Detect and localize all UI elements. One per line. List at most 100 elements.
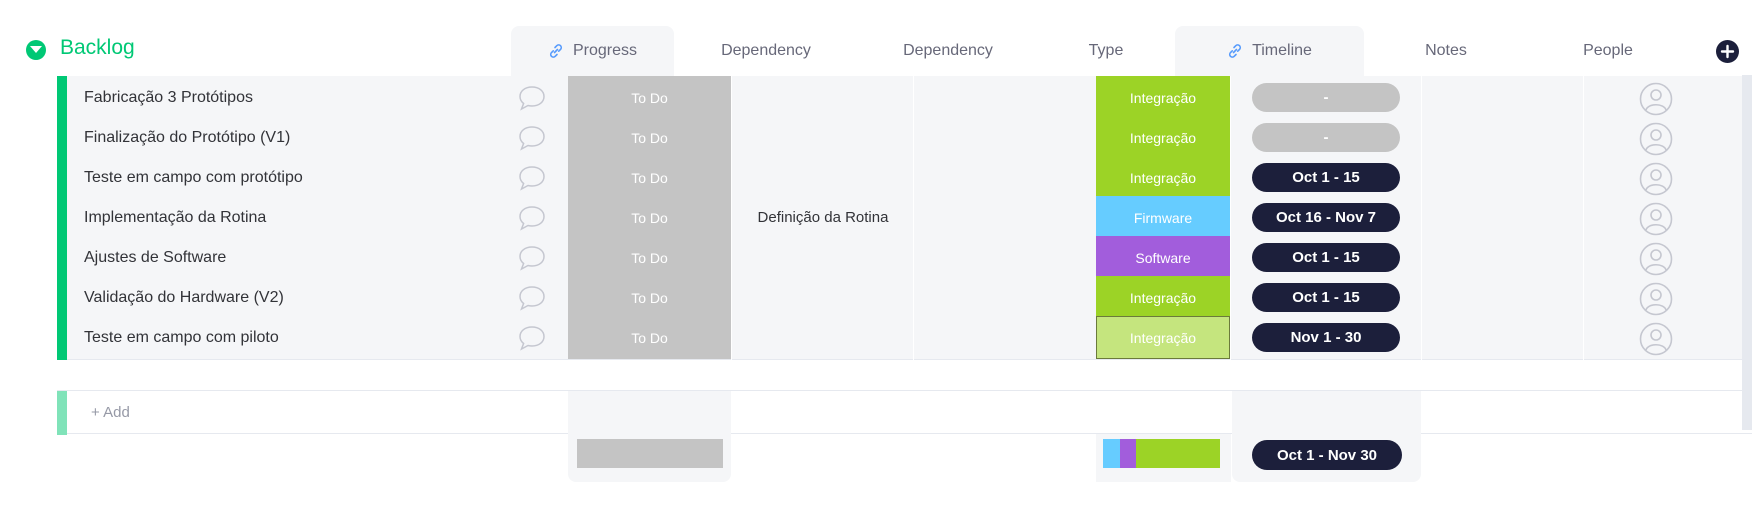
column-header-people[interactable]: People [1528,26,1688,76]
status-cell[interactable]: To Do [568,116,731,159]
column-header-dependency-1[interactable]: Dependency [676,26,856,76]
type-label-cell[interactable]: Firmware [1096,196,1230,239]
link-icon [548,43,564,59]
item-name[interactable]: Ajustes de Software [84,236,226,280]
column-divider [1421,76,1422,120]
status-cell[interactable]: To Do [568,196,731,239]
column-header-timeline[interactable]: Timeline [1175,26,1364,76]
status-cell[interactable]: To Do [568,276,731,319]
group-color-bar [57,391,67,435]
column-header-label: Timeline [1252,42,1312,59]
column-header-type[interactable]: Type [1039,26,1173,76]
column-divider [1421,116,1422,160]
link-icon [1227,43,1243,59]
column-divider [731,116,732,160]
timeline-pill[interactable]: - [1252,83,1400,112]
type-label-cell[interactable]: Integração [1096,276,1230,319]
column-divider [1230,236,1231,280]
column-divider [913,76,914,120]
column-divider [1583,116,1584,160]
type-distribution-bar[interactable] [1103,439,1220,468]
comment-bubble-icon[interactable] [517,284,547,317]
add-item-row[interactable]: + Add [57,390,1752,435]
column-divider [731,156,732,200]
group-color-bar [57,116,67,160]
dependency-cell[interactable] [733,116,913,159]
dependency-cell[interactable]: Definição da Rotina [733,196,913,239]
timeline-pill[interactable]: Oct 16 - Nov 7 [1252,203,1400,232]
item-name[interactable]: Finalização do Protótipo (V1) [84,116,290,160]
column-divider [1421,276,1422,320]
timeline-pill[interactable]: Oct 1 - 15 [1252,243,1400,272]
table-row[interactable]: Validação do Hardware (V2) To Do Integraçã… [57,276,1752,320]
comment-bubble-icon[interactable] [517,244,547,277]
progress-summary-bar[interactable] [577,439,723,468]
column-divider [1583,316,1584,360]
status-cell[interactable]: To Do [568,156,731,199]
comment-bubble-icon[interactable] [517,124,547,157]
dependency-cell[interactable] [733,276,913,319]
column-divider [913,316,914,360]
group-title[interactable]: Backlog [60,36,135,60]
status-cell[interactable]: To Do [568,76,731,119]
table-row[interactable]: Implementação da Rotina To Do Definição da… [57,196,1752,240]
table-row[interactable]: Teste em campo com piloto To Do Integração… [57,316,1752,360]
group-color-bar [57,236,67,280]
item-name[interactable]: Teste em campo com protótipo [84,156,303,200]
column-divider [1583,76,1584,120]
column-divider [731,236,732,280]
chevron-down-icon [30,46,42,53]
dependency-cell[interactable] [733,76,913,119]
type-label-cell[interactable]: Integração [1096,316,1230,359]
comment-bubble-icon[interactable] [517,204,547,237]
column-divider [731,276,732,320]
item-name[interactable]: Teste em campo com piloto [84,316,279,360]
column-divider [1421,196,1422,240]
type-distribution-segment [1103,439,1120,468]
add-column-button[interactable] [1716,40,1739,63]
scrollbar-track[interactable] [1742,75,1752,430]
item-name[interactable]: Fabricação 3 Protótipos [84,76,253,120]
status-cell[interactable]: To Do [568,236,731,279]
column-header-progress[interactable]: Progress [511,26,674,76]
type-label-cell[interactable]: Software [1096,236,1230,279]
dependency-cell[interactable] [733,156,913,199]
column-divider [1230,276,1231,320]
column-divider [1230,76,1231,120]
add-item-label[interactable]: + Add [91,391,130,435]
person-avatar-icon[interactable] [1639,322,1673,361]
table-row[interactable]: Finalização do Protótipo (V1) To Do Integr… [57,116,1752,160]
group-color-bar [57,316,67,360]
comment-bubble-icon[interactable] [517,84,547,117]
column-divider [731,316,732,360]
group-color-bar [57,196,67,240]
dependency-cell[interactable] [733,236,913,279]
column-divider [913,116,914,160]
progress-column-bg [568,391,731,434]
group-color-bar [57,156,67,200]
item-name[interactable]: Implementação da Rotina [84,196,266,240]
type-distribution-segment [1136,439,1220,468]
group-collapse-toggle[interactable] [26,40,46,60]
table-row[interactable]: Ajustes de Software To Do Software Oct 1 - … [57,236,1752,280]
column-header-notes[interactable]: Notes [1366,26,1526,76]
comment-bubble-icon[interactable] [517,164,547,197]
dependency-cell[interactable] [733,316,913,359]
table-row[interactable]: Fabricação 3 Protótipos To Do Integração - [57,76,1752,120]
column-divider [1583,276,1584,320]
type-label-cell[interactable]: Integração [1096,76,1230,119]
timeline-pill[interactable]: - [1252,123,1400,152]
type-label-cell[interactable]: Integração [1096,156,1230,199]
timeline-pill[interactable]: Oct 1 - 15 [1252,283,1400,312]
comment-bubble-icon[interactable] [517,324,547,357]
type-label-cell[interactable]: Integração [1096,116,1230,159]
timeline-pill[interactable]: Nov 1 - 30 [1252,323,1400,352]
plus-icon [1720,44,1735,59]
table-row[interactable]: Teste em campo com protótipo To Do Integra… [57,156,1752,200]
column-divider [1583,196,1584,240]
column-header-dependency-2[interactable]: Dependency [858,26,1038,76]
item-name[interactable]: Validação do Hardware (V2) [84,276,284,320]
status-cell[interactable]: To Do [568,316,731,359]
timeline-pill[interactable]: Oct 1 - 15 [1252,163,1400,192]
timeline-summary-pill[interactable]: Oct 1 - Nov 30 [1252,440,1402,470]
